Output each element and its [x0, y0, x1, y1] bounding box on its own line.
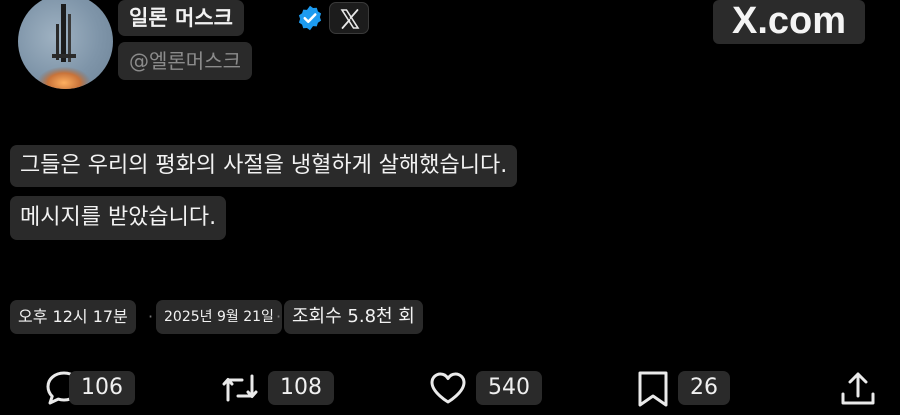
author-name[interactable]: 일론 머스크: [118, 0, 244, 36]
bookmark-icon: [638, 371, 668, 407]
tweet-text-line-2: 메시지를 받았습니다.: [10, 196, 227, 240]
post-date[interactable]: 2025년 9월 21일: [156, 300, 282, 334]
brand-logo: X.com: [713, 0, 865, 44]
heart-icon: [430, 372, 466, 404]
meta-separator: ·: [148, 307, 154, 326]
avatar[interactable]: [18, 0, 113, 89]
reply-count: 106: [69, 371, 135, 405]
meta-separator: ·: [276, 307, 282, 326]
author-handle[interactable]: @엘론머스크: [118, 42, 252, 80]
repost-icon: [222, 374, 258, 402]
x-logo-icon: [329, 2, 369, 34]
tweet-text-line-1: 그들은 우리의 평화의 사절을 냉혈하게 살해했습니다.: [10, 145, 518, 187]
repost-count: 108: [268, 371, 334, 405]
share-icon: [841, 372, 875, 405]
bookmark-count: 26: [678, 371, 730, 405]
verified-badge-icon: [298, 5, 322, 31]
view-count[interactable]: 조회수 5.8천 회: [284, 300, 423, 334]
post-time[interactable]: 오후 12시 17분: [10, 300, 136, 334]
like-count: 540: [476, 371, 542, 405]
